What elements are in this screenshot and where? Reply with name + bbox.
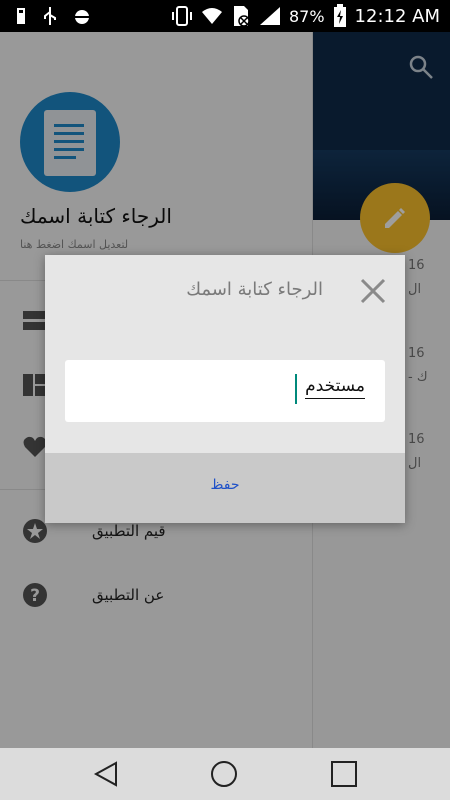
android-icon <box>75 10 89 24</box>
dialog-title: الرجاء كتابة اسمك <box>186 279 323 300</box>
battery-percent: 87% <box>288 6 325 26</box>
wifi-icon <box>201 8 222 24</box>
battery-charging-icon <box>333 4 346 27</box>
usb-icon <box>17 8 25 24</box>
phone-vibrate-icon <box>171 6 192 26</box>
signal-icon <box>259 7 280 25</box>
system-nav-bar <box>0 748 450 800</box>
back-icon[interactable] <box>92 760 120 788</box>
save-button[interactable]: حفظ <box>45 477 405 493</box>
usb-debug-icon <box>44 7 56 25</box>
name-input-value[interactable]: مستخدم <box>305 376 365 399</box>
clock: 12:12 AM <box>354 5 440 27</box>
text-caret <box>295 374 297 404</box>
dialog-footer: حفظ <box>45 453 405 523</box>
close-icon[interactable] <box>359 277 387 305</box>
name-input-field[interactable]: مستخدم <box>65 360 385 422</box>
recents-icon[interactable] <box>330 760 358 788</box>
status-bar: 87% 12:12 AM <box>0 0 450 32</box>
sim-off-icon <box>233 6 250 27</box>
name-dialog: الرجاء كتابة اسمك مستخدم حفظ <box>45 255 405 523</box>
home-icon[interactable] <box>210 760 238 788</box>
